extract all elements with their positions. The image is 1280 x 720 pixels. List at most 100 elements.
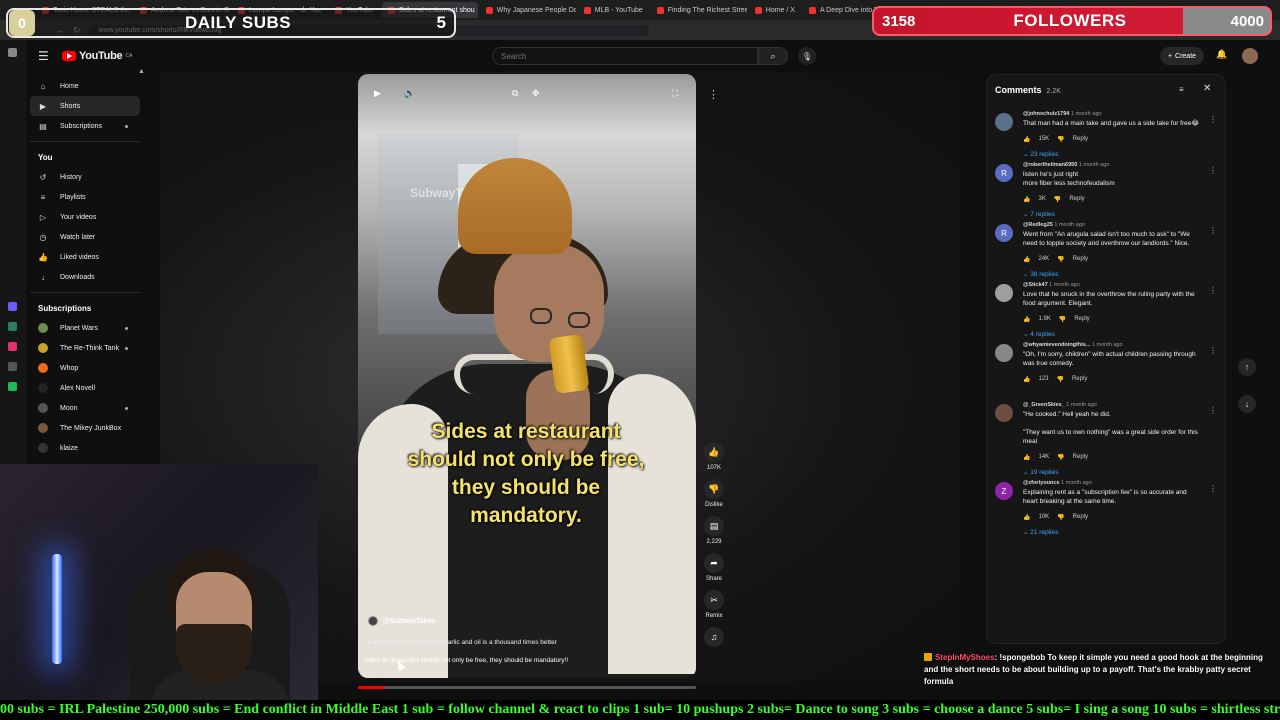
chevron-up-icon[interactable]: ▲ [138, 68, 145, 75]
fullscreen-icon[interactable]: ⛶ [672, 88, 678, 99]
sound-button[interactable]: ♫ [704, 627, 724, 647]
browser-tab[interactable]: MLB - YouTube [578, 2, 649, 18]
sidebar-item-the-mikey-junkbox[interactable]: The Mikey JunkBox [30, 418, 140, 438]
reply-button[interactable]: Reply [1073, 514, 1088, 520]
comment-more-icon[interactable]: ⋮ [1209, 166, 1217, 175]
app-icon[interactable] [8, 302, 17, 311]
comment-author[interactable]: @whyamievendoingthis... [1023, 342, 1090, 348]
reply-button[interactable]: Reply [1069, 196, 1084, 202]
sidebar-item-klaize[interactable]: klaize [30, 438, 140, 458]
like-button[interactable]: 👍 107K [704, 442, 724, 471]
thumbs-down-icon[interactable]: 👎 [1057, 514, 1064, 521]
youtube-logo[interactable]: YouTube CA [62, 50, 132, 62]
commenter-avatar[interactable] [995, 284, 1013, 302]
sidebar-item-whop[interactable]: Whop [30, 358, 140, 378]
account-avatar[interactable] [1242, 48, 1258, 64]
comment-author[interactable]: @Stick47 [1023, 282, 1048, 288]
play-icon[interactable]: ▶ [374, 88, 381, 99]
search-input[interactable] [492, 47, 758, 65]
thumbs-down-icon[interactable]: 👎 [1059, 316, 1066, 323]
spotify-icon[interactable] [8, 382, 17, 391]
thumbs-up-icon[interactable]: 👍 [1023, 454, 1030, 461]
sidebar-item-the-re-think-tank[interactable]: The Re-Think Tank [30, 338, 140, 358]
sidebar-item-liked-videos[interactable]: 👍 Liked videos [30, 247, 140, 267]
voice-search-button[interactable]: 🎙 [798, 47, 816, 65]
commenter-avatar[interactable] [995, 404, 1013, 422]
thumbs-down-icon[interactable]: 👎 [1057, 256, 1064, 263]
search-button[interactable]: ⌕ [758, 47, 788, 65]
comment-author[interactable]: @_GreenSkies_ [1023, 402, 1065, 408]
view-replies-button[interactable]: ⌄ 7 replies [1023, 210, 1203, 222]
expand-icon[interactable]: ✥ [532, 88, 540, 99]
channel-avatar[interactable] [368, 616, 378, 626]
star-icon[interactable] [8, 48, 17, 57]
dislike-button[interactable]: 👎 Dislike [704, 479, 724, 508]
sidebar-item-shorts[interactable]: ▶ Shorts [30, 96, 140, 116]
x-icon[interactable] [8, 362, 17, 371]
reply-button[interactable]: Reply [1073, 256, 1088, 262]
reply-button[interactable]: Reply [1073, 136, 1088, 142]
sidebar-item-watch-later[interactable]: ◷ Watch later [30, 227, 140, 247]
more-options-icon[interactable]: ⋮ [708, 88, 719, 101]
reply-button[interactable]: Reply [1074, 316, 1089, 322]
sidebar-item-home[interactable]: ⌂ Home [30, 76, 140, 96]
comment-author[interactable]: @zfortyounce [1023, 480, 1060, 486]
episode-link[interactable]: ▸ Episode 411: Pasta with garlic and oil… [368, 638, 557, 646]
comment-author[interactable]: @johnschulz1794 [1023, 111, 1069, 117]
browser-tab[interactable]: Finding The Richest Stree [651, 2, 747, 18]
comments-button[interactable]: ▤ 2,229 [704, 516, 724, 545]
view-replies-button[interactable]: ⌄ 21 replies [1023, 528, 1203, 540]
instagram-icon[interactable] [8, 342, 17, 351]
thumbs-up-icon[interactable]: 👍 [1023, 256, 1030, 263]
comment-author[interactable]: @robertheilman6950 [1023, 162, 1077, 168]
sidebar-item-moon[interactable]: Moon [30, 398, 140, 418]
previous-short-button[interactable]: ↑ [1238, 358, 1256, 376]
comment-more-icon[interactable]: ⋮ [1209, 226, 1217, 235]
thumbs-up-icon[interactable]: 👍 [1023, 136, 1030, 143]
remix-button[interactable]: ✂ Remix [704, 590, 724, 619]
sidebar-item-playlists[interactable]: ≡ Playlists [30, 187, 140, 207]
share-button[interactable]: ➦ Share [704, 553, 724, 582]
comment-more-icon[interactable]: ⋮ [1209, 115, 1217, 124]
thumbs-up-icon[interactable]: 👍 [1023, 514, 1030, 521]
view-replies-button[interactable]: ⌄ 4 replies [1023, 330, 1203, 342]
thumbs-up-icon[interactable]: 👍 [1023, 196, 1030, 203]
pip-icon[interactable]: ⧉ [512, 88, 518, 99]
commenter-avatar[interactable]: R [995, 224, 1013, 242]
browser-tab[interactable]: Why Japanese People Do [480, 2, 576, 18]
commenter-avatar[interactable]: R [995, 164, 1013, 182]
you-heading[interactable]: You [30, 147, 140, 167]
thumbs-down-icon[interactable]: 👎 [1057, 136, 1064, 143]
thumbs-up-icon[interactable]: 👍 [1023, 376, 1030, 383]
channel-name[interactable]: @SubwayTakes [383, 618, 436, 625]
sidebar-item-your-videos[interactable]: ▷ Your videos [30, 207, 140, 227]
comment-more-icon[interactable]: ⋮ [1209, 406, 1217, 415]
create-button[interactable]: + Create [1160, 47, 1204, 65]
comment-more-icon[interactable]: ⋮ [1209, 484, 1217, 493]
thumbs-down-icon[interactable]: 👎 [1057, 454, 1064, 461]
commenter-avatar[interactable] [995, 113, 1013, 131]
thumbs-up-icon[interactable]: 👍 [1023, 316, 1030, 323]
thumbs-down-icon[interactable]: 👎 [1057, 376, 1064, 383]
shorts-video-player[interactable]: SubwayTakes Sides at restaurant should n… [358, 74, 696, 678]
sidebar-item-history[interactable]: ↺ History [30, 167, 140, 187]
notifications-bell-icon[interactable]: 🔔 [1216, 49, 1227, 60]
comment-more-icon[interactable]: ⋮ [1209, 286, 1217, 295]
reply-button[interactable]: Reply [1072, 376, 1087, 382]
sort-icon[interactable]: ≡ [1179, 85, 1184, 94]
commenter-avatar[interactable]: Z [995, 482, 1013, 500]
volume-icon[interactable]: 🔈 [404, 88, 415, 99]
view-replies-button[interactable]: ⌄ 38 replies [1023, 270, 1203, 282]
app-icon[interactable] [8, 322, 17, 331]
thumbs-down-icon[interactable]: 👎 [1054, 196, 1061, 203]
close-icon[interactable]: ✕ [1203, 83, 1211, 94]
channel-row[interactable]: @SubwayTakes [368, 616, 436, 626]
next-short-button[interactable]: ↓ [1238, 395, 1256, 413]
browser-tab[interactable]: Home / X [749, 2, 801, 18]
comment-more-icon[interactable]: ⋮ [1209, 346, 1217, 355]
sidebar-item-subscriptions[interactable]: ▤ Subscriptions [30, 116, 140, 136]
comment-author[interactable]: @Redleg25 [1023, 222, 1053, 228]
commenter-avatar[interactable] [995, 344, 1013, 362]
sidebar-item-downloads[interactable]: ↓ Downloads [30, 267, 140, 287]
view-replies-button[interactable]: ⌄ 23 replies [1023, 150, 1203, 162]
